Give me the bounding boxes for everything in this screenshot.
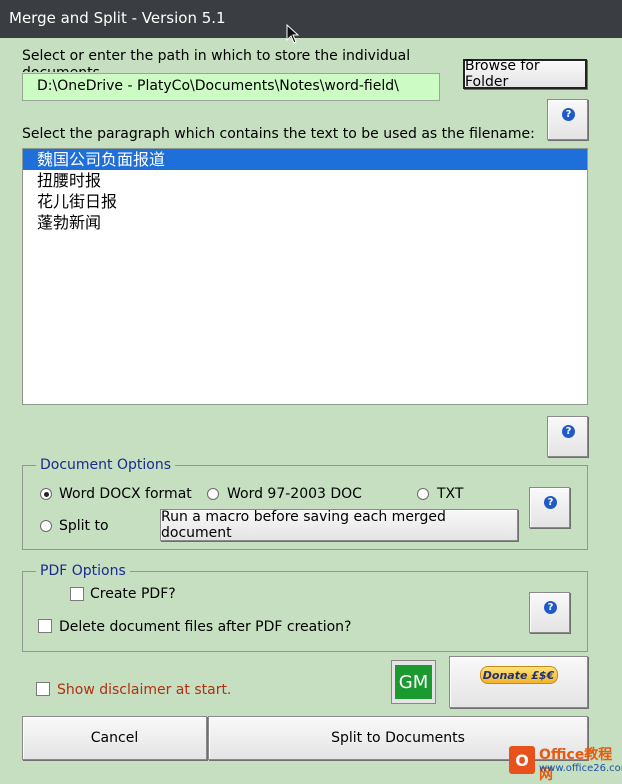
- run-macro-button[interactable]: Run a macro before saving each merged do…: [160, 509, 518, 541]
- list-item[interactable]: 魏国公司负面报道: [23, 149, 587, 170]
- paragraph-prompt: Select the paragraph which contains the …: [22, 126, 535, 142]
- delete-after-pdf-label: Delete document files after PDF creation…: [59, 619, 352, 635]
- browse-for-folder-button[interactable]: Browse for Folder: [463, 58, 587, 90]
- site-watermark: O Office教程网 www.office26.com: [505, 742, 622, 783]
- help-button[interactable]: ?: [547, 416, 588, 457]
- word-doc-label: Word 97-2003 DOC: [227, 486, 362, 502]
- gm-button[interactable]: GM: [391, 660, 436, 704]
- folder-prompt: Select or enter the path in which to sto…: [22, 48, 411, 72]
- cancel-button[interactable]: Cancel: [22, 716, 207, 760]
- pdf-options-legend: PDF Options: [36, 563, 130, 579]
- list-item[interactable]: 扭腰时报: [23, 170, 587, 191]
- help-button[interactable]: ?: [547, 99, 588, 140]
- folder-path-input[interactable]: D:\OneDrive - PlatyCo\Documents\Notes\wo…: [22, 73, 440, 101]
- show-disclaimer-checkbox[interactable]: [36, 682, 50, 696]
- title-bar: Merge and Split - Version 5.1: [0, 0, 622, 38]
- list-item[interactable]: 花儿街日报: [23, 191, 587, 212]
- help-button[interactable]: ?: [529, 487, 570, 528]
- delete-after-pdf-checkbox[interactable]: [38, 619, 52, 633]
- office-logo-icon: O: [509, 746, 535, 774]
- txt-radio[interactable]: [417, 488, 429, 500]
- create-pdf-checkbox[interactable]: [70, 587, 84, 601]
- paragraph-listbox[interactable]: 魏国公司负面报道 扭腰时报 花儿街日报 蓬勃新闻: [22, 148, 588, 405]
- help-icon: ?: [544, 496, 557, 509]
- document-options-legend: Document Options: [36, 457, 175, 473]
- mouse-cursor-icon: [286, 24, 300, 44]
- txt-label: TXT: [437, 486, 464, 502]
- help-button[interactable]: ?: [529, 592, 570, 633]
- show-disclaimer-label: Show disclaimer at start.: [57, 682, 232, 698]
- list-item[interactable]: 蓬勃新闻: [23, 212, 587, 233]
- watermark-url: www.office26.com: [539, 763, 622, 774]
- window-title: Merge and Split - Version 5.1: [9, 9, 226, 27]
- split-to-label: Split to: [59, 518, 109, 534]
- split-to-radio[interactable]: [40, 520, 52, 532]
- word-doc-radio[interactable]: [207, 488, 219, 500]
- donate-badge: Donate £$€: [479, 666, 558, 684]
- create-pdf-label: Create PDF?: [90, 586, 176, 602]
- pdf-options-group: [22, 571, 588, 652]
- word-docx-label: Word DOCX format: [59, 486, 192, 502]
- help-icon: ?: [562, 108, 575, 121]
- word-docx-radio[interactable]: [40, 488, 52, 500]
- donate-button[interactable]: Donate £$€: [449, 656, 588, 708]
- help-icon: ?: [562, 425, 575, 438]
- gm-logo: GM: [395, 665, 432, 699]
- help-icon: ?: [544, 601, 557, 614]
